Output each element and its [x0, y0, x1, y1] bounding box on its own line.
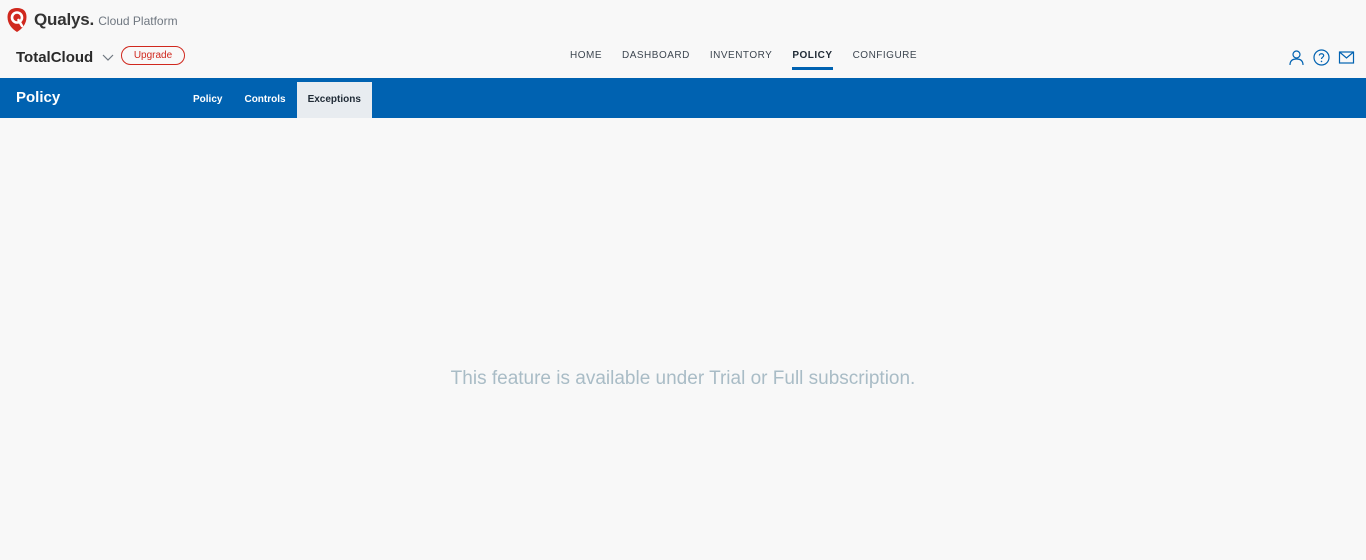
nav-home[interactable]: HOME	[570, 40, 602, 70]
main-content: This feature is available under Trial or…	[0, 118, 1366, 560]
nav-dashboard[interactable]: DASHBOARD	[622, 40, 690, 70]
app-name: TotalCloud	[16, 49, 94, 66]
upgrade-button[interactable]: Upgrade	[121, 46, 185, 65]
brand-dot: .	[89, 10, 95, 29]
utility-icons	[1288, 49, 1355, 66]
subscription-notice: This feature is available under Trial or…	[450, 368, 916, 389]
brand-subtitle: Cloud Platform	[98, 14, 178, 28]
help-icon[interactable]	[1313, 49, 1330, 66]
chevron-down-icon	[102, 54, 114, 61]
tab-exceptions[interactable]: Exceptions	[296, 82, 372, 118]
module-title: Policy	[16, 89, 61, 106]
brand-bar: Qualys. Cloud Platform	[0, 0, 1366, 40]
main-nav: HOME DASHBOARD INVENTORY POLICY CONFIGUR…	[560, 40, 927, 78]
nav-policy[interactable]: POLICY	[792, 40, 833, 70]
brand-name: Qualys	[34, 10, 90, 29]
app-switcher[interactable]: TotalCloud	[16, 49, 114, 66]
module-bar: Policy Policy Controls Exceptions	[0, 78, 1366, 118]
nav-configure[interactable]: CONFIGURE	[853, 40, 918, 70]
qualys-logo[interactable]: Qualys. Cloud Platform	[6, 7, 178, 33]
qualys-shield-icon	[7, 8, 27, 32]
mail-icon[interactable]	[1338, 49, 1355, 66]
tab-controls[interactable]: Controls	[233, 82, 296, 118]
user-icon[interactable]	[1288, 49, 1305, 66]
module-tabs: Policy Controls Exceptions	[182, 82, 372, 118]
app-header: TotalCloud Upgrade HOME DASHBOARD INVENT…	[0, 40, 1366, 78]
nav-inventory[interactable]: INVENTORY	[710, 40, 772, 70]
tab-policy[interactable]: Policy	[182, 82, 233, 118]
